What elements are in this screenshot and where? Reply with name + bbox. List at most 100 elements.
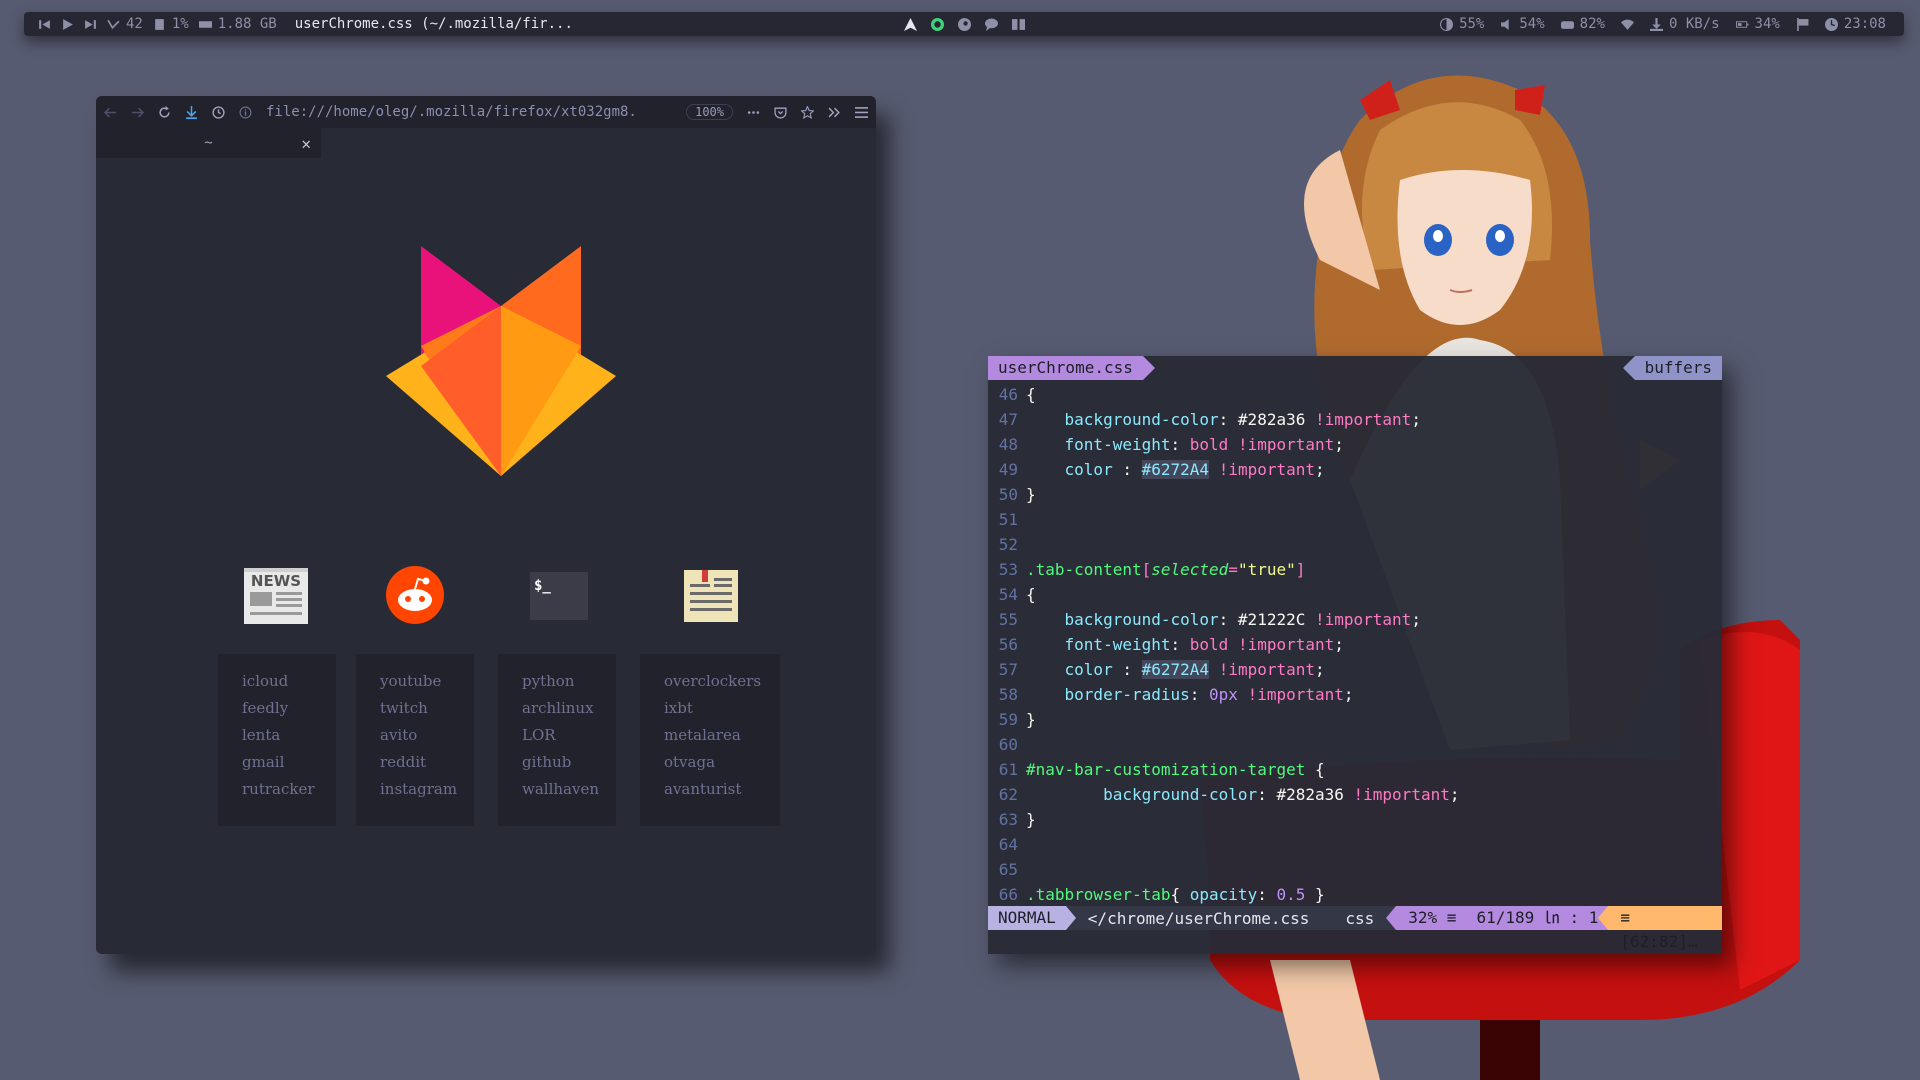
link-python[interactable]: python bbox=[498, 668, 616, 695]
code-line: 59} bbox=[998, 710, 1036, 729]
system-indicators: 55% 54% 82% 0 KB/s 34% 23:08 bbox=[1440, 16, 1886, 32]
shortcut-column-3: python archlinux LOR github wallhaven bbox=[498, 654, 616, 826]
link-lenta[interactable]: lenta bbox=[218, 722, 336, 749]
link-lor[interactable]: LOR bbox=[498, 722, 616, 749]
brightness-icon bbox=[1440, 17, 1454, 31]
battery-indicator: 34% bbox=[1735, 16, 1780, 32]
link-twitch[interactable]: twitch bbox=[356, 695, 474, 722]
code-line: 48 font-weight: bold !important; bbox=[998, 435, 1344, 454]
link-wallhaven[interactable]: wallhaven bbox=[498, 776, 616, 803]
hamburger-menu-icon[interactable] bbox=[855, 106, 868, 119]
wifi-icon[interactable] bbox=[1620, 18, 1634, 31]
package-icon bbox=[107, 18, 120, 31]
cpu-icon bbox=[153, 18, 166, 31]
tray-apps bbox=[904, 17, 1025, 31]
steam-icon[interactable] bbox=[958, 17, 971, 31]
link-otvaga[interactable]: otvaga bbox=[640, 749, 780, 776]
overflow-chevron-icon[interactable] bbox=[828, 106, 841, 119]
code-line: 63} bbox=[998, 810, 1036, 829]
close-tab-icon[interactable]: ✕ bbox=[301, 134, 311, 153]
disk-indicator: 82% bbox=[1560, 16, 1605, 32]
memory-indicator: 1.88 GB bbox=[198, 16, 277, 32]
code-line: 46{ bbox=[998, 385, 1036, 404]
window-title: userChrome.css (~/.mozilla/fir... bbox=[294, 16, 573, 32]
tab-active[interactable]: ~ ✕ bbox=[96, 128, 321, 158]
code-line: 64 bbox=[998, 835, 1018, 854]
link-instagram[interactable]: instagram bbox=[356, 776, 474, 803]
chat-icon[interactable] bbox=[985, 18, 998, 31]
code-line: 60 bbox=[998, 735, 1018, 754]
code-line: 62 background-color: #282a36 !important; bbox=[998, 785, 1460, 804]
link-ixbt[interactable]: ixbt bbox=[640, 695, 780, 722]
news-icon[interactable]: NEWS bbox=[244, 568, 308, 624]
link-icloud[interactable]: icloud bbox=[218, 668, 336, 695]
brightness-indicator[interactable]: 55% bbox=[1440, 16, 1484, 32]
code-line: 56 font-weight: bold !important; bbox=[998, 635, 1344, 654]
code-editor[interactable]: 46{ 47 background-color: #282a36 !import… bbox=[988, 380, 1722, 907]
cpu-indicator: 1% bbox=[153, 16, 189, 32]
url-bar[interactable]: file:///home/oleg/.mozilla/firefox/xt032… bbox=[266, 104, 672, 120]
next-track-icon[interactable] bbox=[84, 18, 97, 31]
updates-count: 42 bbox=[126, 16, 143, 32]
clock[interactable]: 23:08 bbox=[1824, 16, 1886, 32]
link-github[interactable]: github bbox=[498, 749, 616, 776]
link-youtube[interactable]: youtube bbox=[356, 668, 474, 695]
code-line: 65 bbox=[998, 860, 1018, 879]
link-overclockers[interactable]: overclockers bbox=[640, 668, 780, 695]
zoom-indicator[interactable]: 100% bbox=[686, 104, 733, 120]
previous-track-icon[interactable] bbox=[38, 18, 51, 31]
link-avito[interactable]: avito bbox=[356, 722, 474, 749]
flag-icon[interactable] bbox=[1796, 17, 1809, 31]
link-rutracker[interactable]: rutracker bbox=[218, 776, 336, 803]
top-status-bar: 42 1% 1.88 GB userChrome.css (~/.mozilla… bbox=[24, 12, 1904, 36]
book-icon[interactable] bbox=[1012, 18, 1025, 31]
clock-time: 23:08 bbox=[1843, 16, 1886, 32]
forward-icon[interactable] bbox=[131, 106, 144, 119]
link-metalarea[interactable]: metalarea bbox=[640, 722, 780, 749]
terminal-icon[interactable]: $_ bbox=[530, 572, 588, 620]
vim-statusline: NORMAL </chrome/userChrome.css css 32% ≡… bbox=[988, 906, 1722, 951]
info-icon[interactable] bbox=[239, 106, 252, 119]
clock-icon bbox=[1824, 17, 1838, 31]
link-feedly[interactable]: feedly bbox=[218, 695, 336, 722]
bookmark-star-icon[interactable] bbox=[801, 105, 814, 119]
network-speed: 0 KB/s bbox=[1668, 16, 1720, 32]
downloads-icon[interactable] bbox=[185, 105, 198, 119]
vim-warning: ≡ [62:82]… bbox=[1598, 906, 1722, 951]
play-icon[interactable] bbox=[61, 18, 74, 31]
updates-indicator[interactable]: 42 bbox=[107, 16, 143, 32]
vim-scroll-percent: 32% ≡ bbox=[1386, 906, 1467, 930]
cpu-value: 1% bbox=[171, 16, 189, 32]
notes-icon[interactable] bbox=[684, 570, 738, 622]
vim-cursor-position: 61/189 ㏑ : 1 bbox=[1466, 906, 1609, 930]
buffers-label[interactable]: buffers bbox=[1622, 356, 1722, 380]
arch-icon[interactable] bbox=[904, 17, 917, 31]
link-avanturist[interactable]: avanturist bbox=[640, 776, 780, 803]
history-icon[interactable] bbox=[212, 105, 225, 119]
buffer-tab[interactable]: userChrome.css bbox=[988, 356, 1155, 380]
back-icon[interactable] bbox=[104, 106, 117, 119]
vim-terminal-window[interactable]: userChrome.css buffers 46{ 47 background… bbox=[988, 356, 1722, 954]
code-line: 52 bbox=[998, 535, 1018, 554]
news-icon-label: NEWS bbox=[251, 572, 301, 590]
link-gmail[interactable]: gmail bbox=[218, 749, 336, 776]
volume-indicator[interactable]: 54% bbox=[1500, 16, 1545, 32]
code-line: 55 background-color: #21222C !important; bbox=[998, 610, 1421, 629]
more-actions-icon[interactable] bbox=[747, 106, 760, 119]
vim-filetype: css bbox=[1345, 908, 1375, 928]
shortcut-column-2: youtube twitch avito reddit instagram bbox=[356, 654, 474, 826]
pocket-icon[interactable] bbox=[774, 106, 787, 119]
reload-icon[interactable] bbox=[158, 105, 171, 119]
memory-value: 1.88 GB bbox=[217, 16, 277, 32]
reddit-icon[interactable] bbox=[386, 566, 444, 624]
code-line: 58 border-radius: 0px !important; bbox=[998, 685, 1354, 704]
spotify-icon[interactable] bbox=[931, 17, 944, 31]
firefox-window: file:///home/oleg/.mozilla/firefox/xt032… bbox=[96, 96, 876, 954]
link-archlinux[interactable]: archlinux bbox=[498, 695, 616, 722]
shortcut-column-4: overclockers ixbt metalarea otvaga avant… bbox=[640, 654, 780, 826]
code-line: 49 color : #6272A4 !important; bbox=[998, 460, 1325, 479]
battery-value: 34% bbox=[1754, 16, 1780, 32]
link-reddit[interactable]: reddit bbox=[356, 749, 474, 776]
download-icon bbox=[1649, 17, 1663, 31]
brightness-value: 55% bbox=[1459, 16, 1485, 32]
